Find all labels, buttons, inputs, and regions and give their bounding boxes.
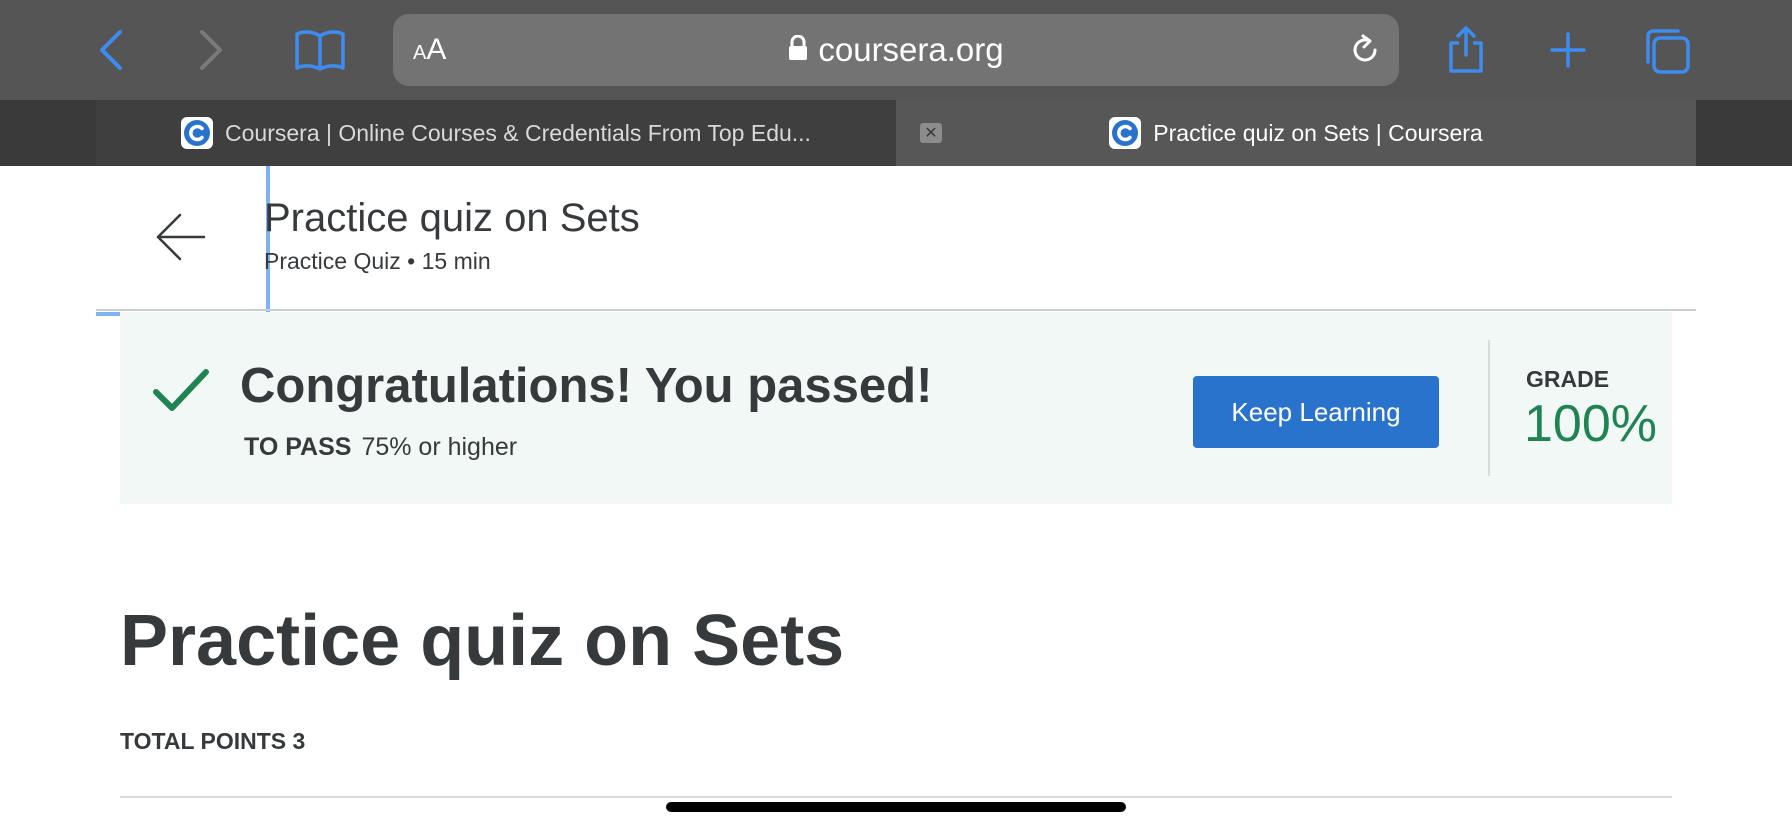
coursera-favicon-icon bbox=[181, 117, 214, 149]
forward-nav-icon[interactable] bbox=[188, 26, 234, 74]
back-nav-icon[interactable] bbox=[88, 26, 134, 74]
arrow-left-icon bbox=[155, 212, 207, 267]
tab-bar: Coursera | Online Courses & Credentials … bbox=[0, 100, 1792, 166]
address-bar[interactable]: AA coursera.org bbox=[393, 14, 1399, 86]
pass-message: Congratulations! You passed! bbox=[240, 359, 933, 413]
browser-toolbar: AA coursera.org bbox=[0, 0, 1792, 100]
pass-banner: Congratulations! You passed! TO PASS 75% … bbox=[120, 312, 1672, 504]
tab-overview-icon[interactable] bbox=[1642, 26, 1692, 76]
pass-requirement: TO PASS 75% or higher bbox=[244, 433, 517, 462]
to-pass-label: TO PASS bbox=[244, 433, 352, 461]
page-title: Practice quiz on Sets bbox=[264, 196, 640, 240]
tab-coursera-home[interactable]: Coursera | Online Courses & Credentials … bbox=[96, 100, 896, 166]
reload-icon[interactable] bbox=[1347, 32, 1383, 73]
page-subtitle: Practice Quiz • 15 min bbox=[264, 248, 491, 274]
quiz-heading: Practice quiz on Sets bbox=[120, 601, 845, 681]
grade-divider bbox=[1488, 340, 1490, 476]
tab-title: Practice quiz on Sets | Coursera bbox=[1153, 119, 1483, 146]
checkmark-icon bbox=[152, 368, 210, 419]
lock-icon bbox=[788, 31, 808, 69]
bookmarks-icon[interactable] bbox=[290, 26, 350, 74]
home-indicator[interactable] bbox=[666, 802, 1126, 812]
back-button[interactable] bbox=[96, 166, 270, 316]
url-text: coursera.org bbox=[818, 31, 1004, 68]
to-pass-value: 75% or higher bbox=[361, 433, 518, 461]
header-divider bbox=[96, 309, 1696, 311]
keep-learning-button[interactable]: Keep Learning bbox=[1193, 376, 1439, 448]
new-tab-icon[interactable] bbox=[1546, 28, 1590, 72]
tab-title: Coursera | Online Courses & Credentials … bbox=[225, 119, 811, 146]
section-divider bbox=[120, 796, 1672, 798]
close-tab-icon[interactable]: ✕ bbox=[920, 123, 942, 143]
share-icon[interactable] bbox=[1444, 24, 1488, 76]
grade-label: GRADE bbox=[1526, 366, 1610, 392]
grade-value: 100% bbox=[1524, 395, 1657, 453]
coursera-favicon-icon bbox=[1109, 117, 1142, 149]
tab-practice-quiz[interactable]: ✕ Practice quiz on Sets | Coursera bbox=[896, 100, 1696, 166]
total-points: TOTAL POINTS 3 bbox=[120, 728, 306, 754]
